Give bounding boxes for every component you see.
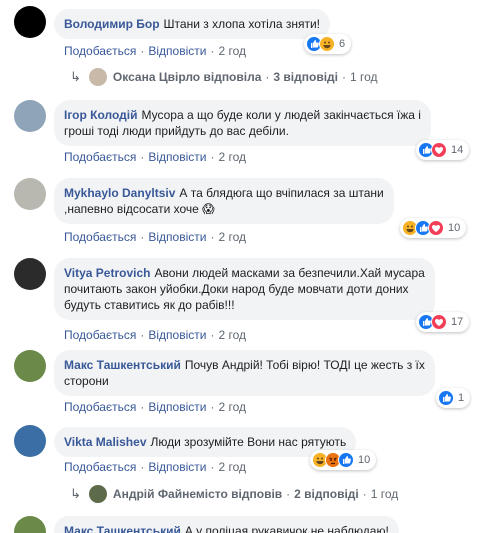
- comment-time[interactable]: 2 год: [218, 328, 246, 342]
- comment-author[interactable]: Володимир Бор: [64, 17, 160, 31]
- comment-actions: Подобається · Відповісти · 2 год: [64, 44, 246, 58]
- comment-text: Мусора а що буде коли у людей закінчаєть…: [141, 108, 421, 122]
- comment-text: Штани з хлопа хотіла зняти!: [163, 17, 320, 31]
- like-link[interactable]: Подобається: [64, 328, 136, 342]
- reply-link[interactable]: Відповісти: [148, 400, 206, 414]
- comment-author[interactable]: Макс Ташкентський: [64, 358, 181, 372]
- reply-link[interactable]: Відповісти: [148, 44, 206, 58]
- comment-text: ,напевно відсосати хоче 😱: [64, 202, 215, 216]
- love-icon: [431, 142, 447, 158]
- comment-actions: Подобається · Відповісти · 2 год: [64, 460, 246, 474]
- comment-time[interactable]: 2 год: [218, 460, 246, 474]
- comment-actions: Подобається · Відповісти · 2 год: [64, 150, 246, 164]
- comment-bubble: Vikta Malishev Люди зрозумійте Вони нас р…: [54, 427, 357, 457]
- comment-time[interactable]: 2 год: [218, 230, 246, 244]
- like-icon: [338, 452, 354, 468]
- avatar[interactable]: [14, 6, 46, 38]
- comment-text: А у поліцая рукавичок не наблюдаю!: [184, 524, 389, 533]
- view-replies[interactable]: ↳ Оксана Цвірло відповіла · 3 відповіді · 1 …: [70, 68, 378, 86]
- comment-text: Люди зрозумійте Вони нас рятують: [150, 435, 347, 449]
- reaction-count: 6: [339, 38, 346, 50]
- comment-actions: Подобається · Відповісти · 2 год: [64, 230, 246, 244]
- comment-time[interactable]: 2 год: [218, 150, 246, 164]
- comment-text: Почув Андрій! Тобі вірю! ТОДІ це жесть з…: [184, 358, 425, 372]
- avatar: [88, 485, 107, 503]
- comment-author[interactable]: Vikta Malishev: [64, 435, 147, 449]
- avatar[interactable]: [14, 425, 46, 457]
- reaction-count: 14: [451, 144, 464, 156]
- like-link[interactable]: Подобається: [64, 460, 136, 474]
- avatar: [88, 68, 107, 86]
- avatar[interactable]: [14, 258, 46, 290]
- reactions-summary[interactable]: 14: [416, 140, 470, 160]
- reaction-count: 10: [448, 222, 461, 234]
- comment-text: Авони людей масками за безпечили.Хай мус…: [154, 266, 425, 280]
- comment-text: почитають закон уйобки.Доки народ буде м…: [64, 282, 409, 296]
- comment-bubble: Макс Ташкентський А у поліцая рукавичок н…: [54, 516, 399, 533]
- reactions-summary[interactable]: 6: [304, 34, 352, 54]
- like-link[interactable]: Подобається: [64, 400, 136, 414]
- view-replies[interactable]: ↳ Андрій Файнеміcто відповів · 2 відповіді…: [70, 485, 398, 503]
- comment-bubble: Володимир Бор Штани з хлопа хотіла зняти!: [54, 9, 330, 39]
- comment-author[interactable]: Mykhaylo Danyltsiv: [64, 186, 175, 200]
- reactions-summary[interactable]: 10: [310, 450, 377, 470]
- comment-author[interactable]: Макс Ташкентський: [64, 524, 181, 533]
- reply-link[interactable]: Відповісти: [148, 460, 206, 474]
- love-icon: [431, 314, 447, 330]
- avatar[interactable]: [14, 516, 46, 533]
- comment-bubble: Mykhaylo Danyltsiv А та блядюга що вчіпил…: [54, 178, 394, 224]
- comment-bubble: Макс Ташкентський Почув Андрій! Тобі вірю…: [54, 350, 435, 396]
- comment-text: гроші тоді люди прийдуть до вас дебіли.: [64, 124, 289, 138]
- like-link[interactable]: Подобається: [64, 44, 136, 58]
- reaction-count: 10: [358, 454, 371, 466]
- comment-actions: Подобається · Відповісти · 2 год: [64, 400, 246, 414]
- like-link[interactable]: Подобається: [64, 230, 136, 244]
- reply-link[interactable]: Відповісти: [148, 230, 206, 244]
- comment-time[interactable]: 2 год: [218, 400, 246, 414]
- reply-arrow-icon: ↳: [70, 486, 81, 501]
- comment-time[interactable]: 2 год: [218, 44, 246, 58]
- like-icon: [438, 390, 454, 406]
- avatar[interactable]: [14, 178, 46, 210]
- love-icon: [428, 220, 444, 236]
- reactions-summary[interactable]: 10: [400, 218, 467, 238]
- comment-author[interactable]: Ігор Колодій: [64, 108, 138, 122]
- reply-link[interactable]: Відповісти: [148, 328, 206, 342]
- comment-actions: Подобається · Відповісти · 2 год: [64, 328, 246, 342]
- comment-text: будуть ставитись як до рабів!!!: [64, 298, 235, 312]
- comment-bubble: Ігор Колодій Мусора а що буде коли у люде…: [54, 100, 431, 146]
- haha-icon: [319, 36, 335, 52]
- reaction-count: 1: [458, 392, 465, 404]
- avatar[interactable]: [14, 100, 46, 132]
- comment-text: сторони: [64, 374, 109, 388]
- reactions-summary[interactable]: 1: [436, 388, 471, 408]
- reactions-summary[interactable]: 17: [416, 312, 470, 332]
- reaction-count: 17: [451, 316, 464, 328]
- comment-text: А та блядюга що вчіпилася за штани: [179, 186, 384, 200]
- like-link[interactable]: Подобається: [64, 150, 136, 164]
- reply-arrow-icon: ↳: [70, 69, 81, 84]
- avatar[interactable]: [14, 350, 46, 382]
- comment-author[interactable]: Vitya Petrovich: [64, 266, 150, 280]
- reply-link[interactable]: Відповісти: [148, 150, 206, 164]
- comment-bubble: Vitya Petrovich Авони людей масками за бе…: [54, 258, 435, 320]
